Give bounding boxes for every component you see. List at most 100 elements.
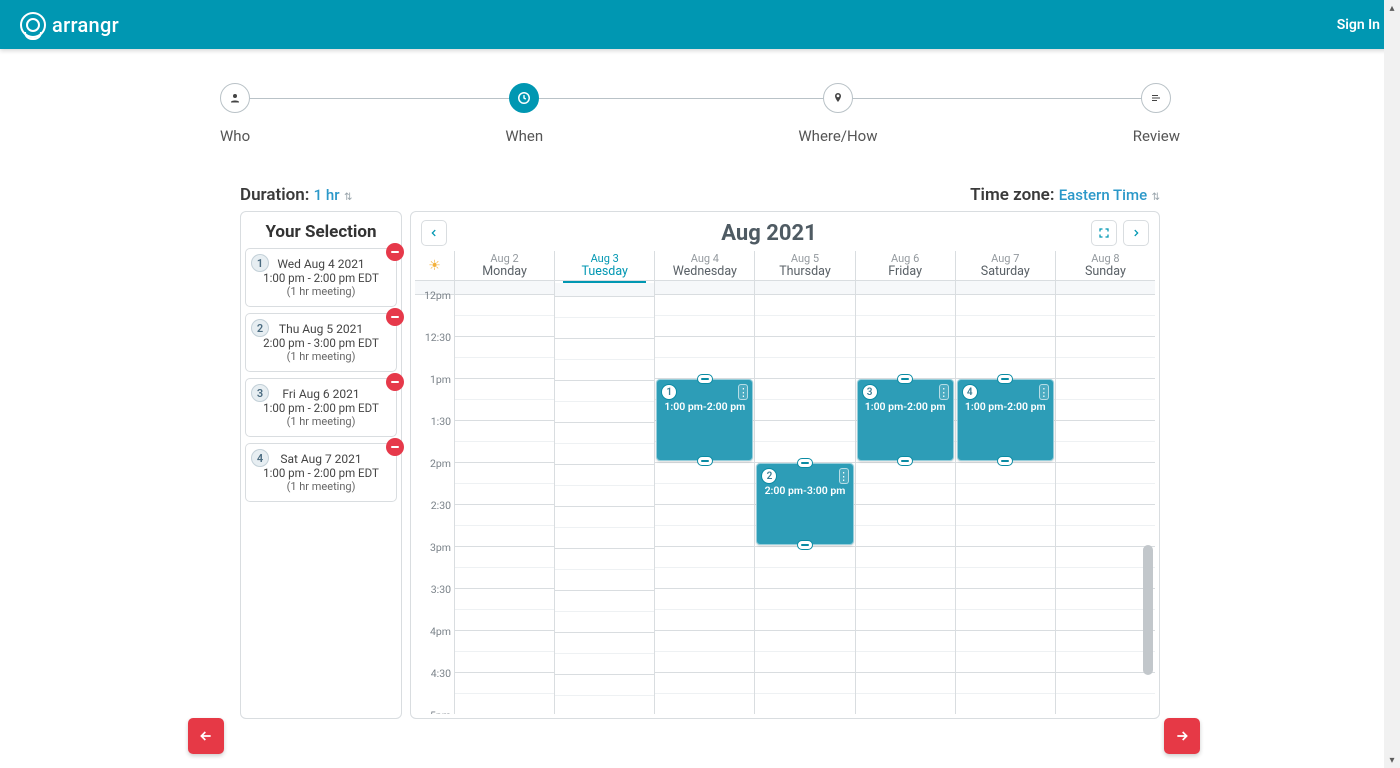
time-slot[interactable] [956, 631, 1055, 652]
time-slot[interactable] [956, 316, 1055, 337]
time-slot[interactable] [755, 421, 854, 442]
resize-handle-bottom[interactable] [797, 540, 813, 550]
time-slot[interactable] [555, 360, 654, 381]
sign-in-link[interactable]: Sign In [1337, 17, 1380, 33]
time-slot[interactable] [655, 631, 754, 652]
time-slot[interactable] [555, 528, 654, 549]
time-slot[interactable] [755, 337, 854, 358]
delete-selection-button[interactable] [386, 243, 404, 261]
time-slot[interactable] [655, 589, 754, 610]
time-slot[interactable] [755, 316, 854, 337]
event-menu-button[interactable]: ⋮ [738, 384, 748, 400]
time-slot[interactable] [956, 694, 1055, 714]
step-review[interactable]: Review [1133, 83, 1180, 145]
time-slot[interactable] [455, 505, 554, 526]
time-slot[interactable] [555, 297, 654, 318]
selection-card[interactable]: 3 Fri Aug 6 2021 1:00 pm - 2:00 pm EDT (… [245, 378, 397, 437]
time-slot[interactable] [755, 610, 854, 631]
time-slot[interactable] [1056, 358, 1155, 379]
time-slot[interactable] [856, 484, 955, 505]
time-slot[interactable] [856, 337, 955, 358]
event-menu-button[interactable]: ⋮ [1039, 384, 1049, 400]
time-slot[interactable] [956, 295, 1055, 316]
resize-handle-top[interactable] [997, 374, 1013, 384]
time-slot[interactable] [455, 379, 554, 400]
time-slots[interactable] [455, 295, 554, 714]
time-slot[interactable] [455, 547, 554, 568]
time-slot[interactable] [455, 316, 554, 337]
time-slot[interactable] [555, 402, 654, 423]
time-slot[interactable] [455, 568, 554, 589]
time-slot[interactable] [1056, 526, 1155, 547]
time-slot[interactable] [1056, 400, 1155, 421]
time-slot[interactable] [856, 589, 955, 610]
time-slot[interactable] [555, 486, 654, 507]
time-slot[interactable] [1056, 337, 1155, 358]
time-slot[interactable] [655, 484, 754, 505]
time-slot[interactable] [856, 547, 955, 568]
time-slot[interactable] [1056, 505, 1155, 526]
day-column[interactable]: Aug 8 Sunday [1056, 251, 1155, 714]
time-slots[interactable]: 2 ⋮ 2:00 pm-3:00 pm [755, 295, 854, 714]
time-slot[interactable] [455, 337, 554, 358]
time-slot[interactable] [755, 589, 854, 610]
time-slot[interactable] [956, 337, 1055, 358]
time-slot[interactable] [1056, 652, 1155, 673]
time-slot[interactable] [956, 652, 1055, 673]
time-slots[interactable] [1056, 295, 1155, 714]
time-slot[interactable] [755, 673, 854, 694]
calendar-event[interactable]: 4 ⋮ 1:00 pm-2:00 pm [957, 379, 1054, 461]
time-slot[interactable] [1056, 295, 1155, 316]
time-slot[interactable] [555, 381, 654, 402]
time-slot[interactable] [956, 673, 1055, 694]
delete-selection-button[interactable] [386, 308, 404, 326]
time-slot[interactable] [755, 400, 854, 421]
time-slot[interactable] [1056, 610, 1155, 631]
time-slot[interactable] [755, 358, 854, 379]
time-slot[interactable] [555, 633, 654, 654]
time-slot[interactable] [1056, 379, 1155, 400]
resize-handle-top[interactable] [897, 374, 913, 384]
time-slot[interactable] [1056, 484, 1155, 505]
resize-handle-bottom[interactable] [897, 456, 913, 466]
time-slot[interactable] [856, 631, 955, 652]
time-slot[interactable] [655, 547, 754, 568]
time-slot[interactable] [455, 652, 554, 673]
step-where[interactable]: Where/How [798, 83, 877, 145]
scroll-down-icon[interactable]: ▾ [1384, 752, 1400, 768]
next-week-button[interactable] [1123, 220, 1149, 246]
time-slot[interactable] [455, 295, 554, 316]
time-slot[interactable] [755, 547, 854, 568]
time-slot[interactable] [856, 568, 955, 589]
time-slot[interactable] [455, 673, 554, 694]
time-slot[interactable] [1056, 421, 1155, 442]
time-slot[interactable] [555, 591, 654, 612]
scroll-track[interactable] [1384, 16, 1400, 752]
time-slot[interactable] [455, 589, 554, 610]
time-slot[interactable] [1056, 694, 1155, 714]
time-slot[interactable] [755, 295, 854, 316]
time-slot[interactable] [455, 694, 554, 714]
duration-select[interactable]: 1 hr ⇅ [314, 186, 353, 204]
next-button[interactable] [1164, 718, 1200, 754]
time-slot[interactable] [455, 610, 554, 631]
day-column[interactable]: Aug 7 Saturday 4 ⋮ 1:00 pm-2:00 pm [956, 251, 1056, 714]
time-slot[interactable] [555, 612, 654, 633]
prev-week-button[interactable] [421, 220, 447, 246]
time-slot[interactable] [755, 379, 854, 400]
calendar-event[interactable]: 3 ⋮ 1:00 pm-2:00 pm [857, 379, 954, 461]
time-slot[interactable] [655, 295, 754, 316]
selection-card[interactable]: 1 Wed Aug 4 2021 1:00 pm - 2:00 pm EDT (… [245, 248, 397, 307]
brand-logo[interactable]: arrangr [20, 12, 119, 38]
time-slot[interactable] [555, 549, 654, 570]
time-slot[interactable] [1056, 442, 1155, 463]
time-slot[interactable] [655, 694, 754, 714]
time-slot[interactable] [655, 610, 754, 631]
time-slot[interactable] [956, 484, 1055, 505]
timezone-select[interactable]: Eastern Time ⇅ [1059, 186, 1160, 204]
time-slot[interactable] [956, 505, 1055, 526]
time-slot[interactable] [655, 337, 754, 358]
resize-handle-top[interactable] [797, 458, 813, 468]
time-slot[interactable] [755, 631, 854, 652]
time-slot[interactable] [555, 465, 654, 486]
